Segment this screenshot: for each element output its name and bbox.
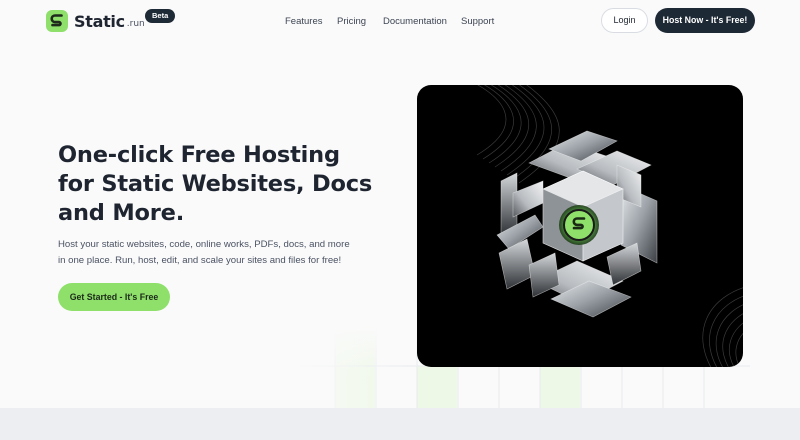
hero-image (417, 85, 743, 367)
nav-documentation[interactable]: Documentation (383, 15, 447, 29)
hero-description: Host your static websites, code, online … (58, 237, 358, 269)
nav-features[interactable]: Features (285, 15, 323, 29)
nav-pricing[interactable]: Pricing (337, 15, 366, 29)
hero-title-line: and More. (58, 200, 185, 226)
get-started-button[interactable]: Get Started - It's Free (58, 283, 170, 311)
glass-cube-illustration (476, 85, 743, 367)
hero-title: One-click Free Hosting for Static Websit… (58, 141, 378, 228)
landing-page: Static .run Beta Features Pricing Docume… (0, 0, 800, 440)
host-now-button[interactable]: Host Now - It's Free! (655, 8, 755, 33)
nav-support[interactable]: Support (461, 15, 494, 29)
hero-title-line: for Static Websites, Docs (58, 171, 373, 197)
site-header: Static .run Beta Features Pricing Docume… (0, 0, 800, 42)
hero-title-line: One-click Free Hosting (58, 142, 340, 168)
hero-description-line: Host your static websites, code, online … (58, 239, 350, 250)
hero-description-line: in one place. Run, host, edit, and scale… (58, 255, 342, 266)
login-button[interactable]: Login (601, 8, 648, 33)
bottom-section-band (0, 408, 800, 440)
